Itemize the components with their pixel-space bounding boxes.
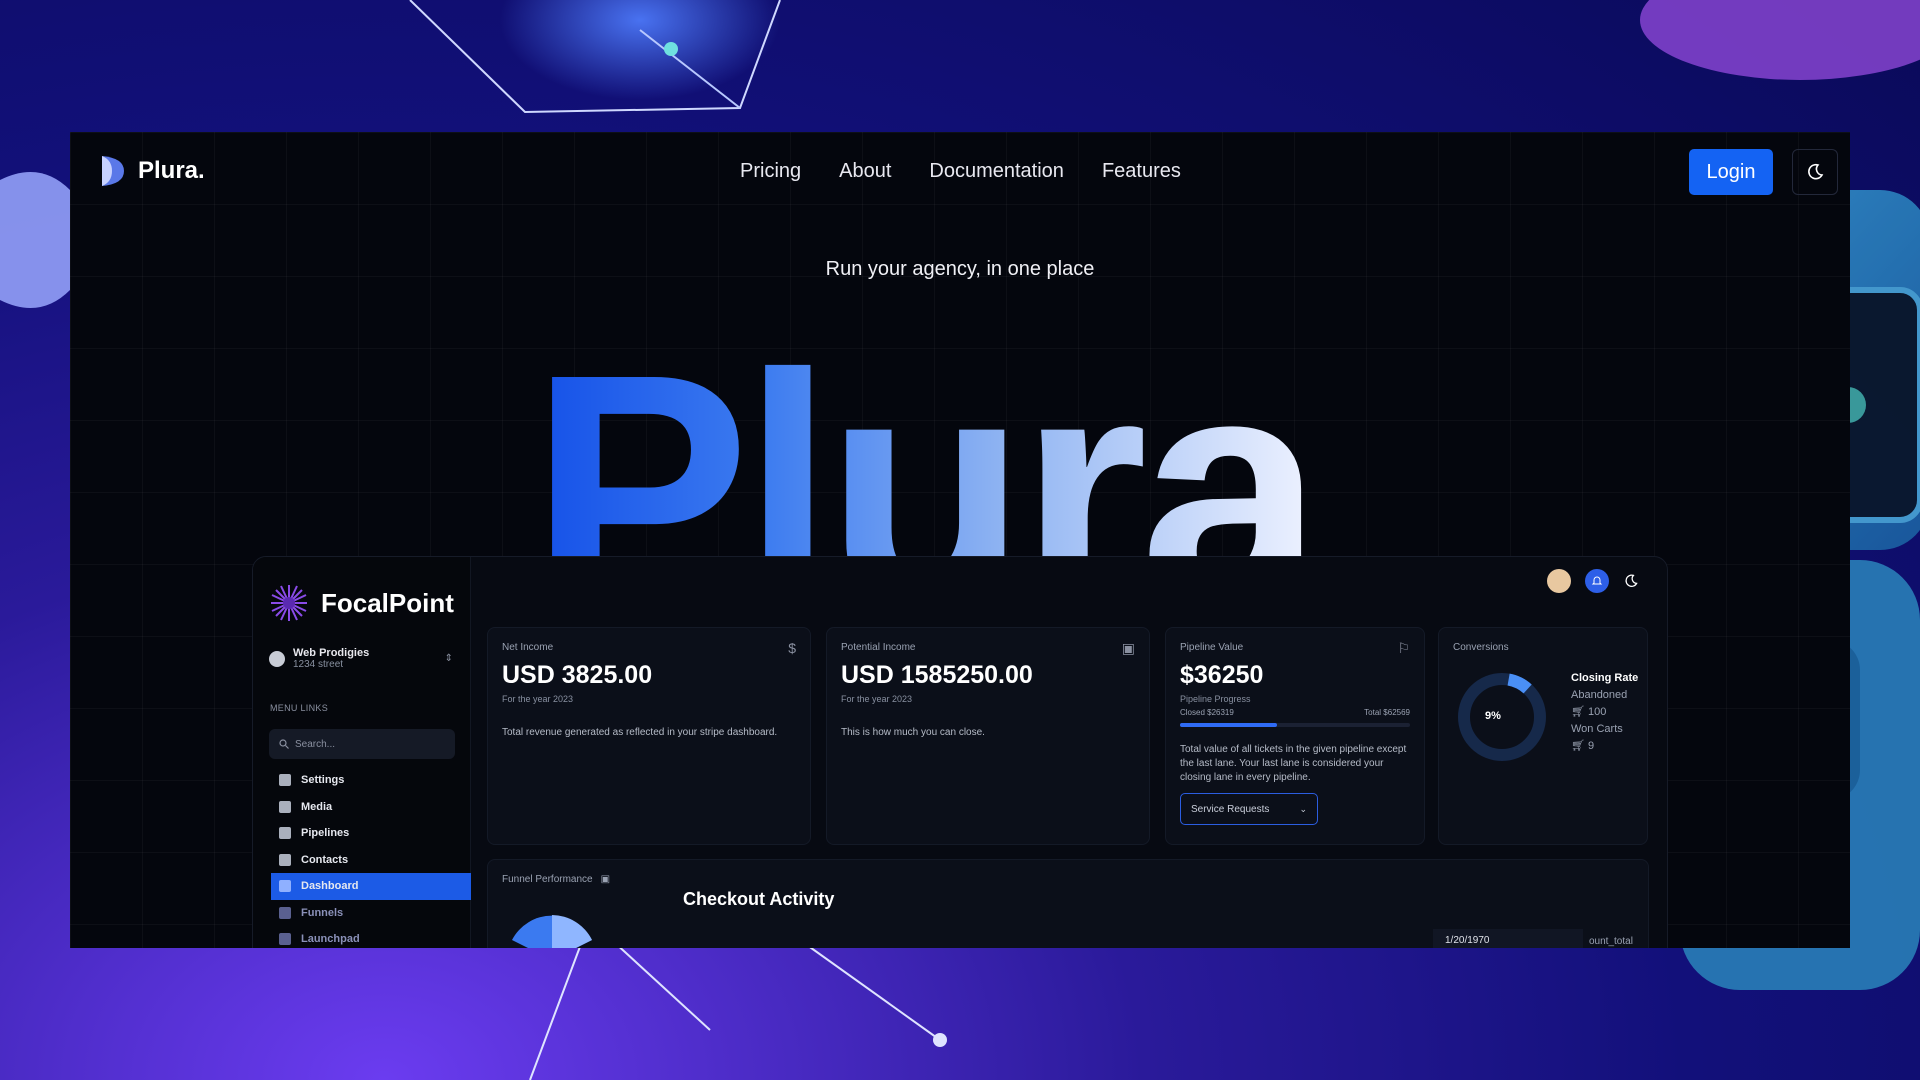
card-value: USD 1585250.00 <box>841 661 1033 689</box>
chevron-updown-icon: ⇕ <box>444 653 453 664</box>
grid-icon <box>279 880 291 893</box>
count-total-label: ount_total <box>1589 936 1633 947</box>
conversions-card: Conversions 9% Closing Rate Abandoned 🛒︎… <box>1438 627 1648 845</box>
conversions-donut <box>1458 673 1546 761</box>
sidebar-item-media[interactable]: Media <box>271 794 471 821</box>
sidebar-menu: Settings Media Pipelines Contacts Dashbo… <box>271 767 471 948</box>
pipeline-progress-labels: Closed $26319 Total $62569 <box>1180 708 1410 717</box>
sidebar-item-launchpad[interactable]: Launchpad <box>271 926 471 948</box>
sidebar-item-contacts[interactable]: Contacts <box>271 847 471 874</box>
pipeline-value-card: Pipeline Value $36250 Pipeline Progress … <box>1165 627 1425 845</box>
card-title: Potential Income <box>841 642 916 653</box>
card-title: Conversions <box>1453 642 1509 653</box>
checkout-activity-title: Checkout Activity <box>683 889 835 909</box>
nav-link-about[interactable]: About <box>839 160 891 183</box>
app-frame: Plura. Pricing About Documentation Featu… <box>70 132 1850 948</box>
card-value: USD 3825.00 <box>502 661 653 689</box>
pipeline-progress-fill <box>1180 723 1277 727</box>
nav-link-features[interactable]: Features <box>1102 160 1181 183</box>
sidebar-item-label: Contacts <box>301 853 349 866</box>
dashboard-preview: FocalPoint Web Prodigies 1234 street ⇕ M… <box>252 556 1668 948</box>
won-carts-value: 9 <box>1588 740 1595 752</box>
account-switcher[interactable]: Web Prodigies 1234 street ⇕ <box>269 647 453 670</box>
contact-card-icon: ▣ <box>600 874 611 885</box>
card-value: $36250 <box>1180 661 1264 689</box>
card-subtitle: Pipeline Progress <box>1180 694 1251 704</box>
focalpoint-logo: FocalPoint <box>269 583 454 623</box>
hero-tagline: Run your agency, in one place <box>825 258 1095 280</box>
card-subtitle: For the year 2023 <box>502 694 574 704</box>
moon-icon <box>1808 163 1824 180</box>
bell-icon <box>1591 576 1603 585</box>
funnel-performance-title: Funnel Performance <box>502 874 593 885</box>
pipeline-progress-bar <box>1180 723 1410 727</box>
focalpoint-name: FocalPoint <box>321 587 454 618</box>
card-title: Net Income <box>502 642 554 653</box>
net-income-card: Net Income USD 3825.00 For the year 2023… <box>487 627 811 845</box>
account-avatar <box>269 650 285 667</box>
card-description: This is how much you can close. <box>841 727 985 738</box>
dashboard-topbar-icons <box>1547 569 1639 593</box>
brand-name: Plura. <box>138 157 205 184</box>
search-placeholder: Search... <box>295 738 336 750</box>
account-address: 1234 street <box>293 659 344 670</box>
sidebar-item-dashboard[interactable]: Dashboard <box>271 873 471 900</box>
database-icon <box>279 800 291 813</box>
won-carts-label: Won Carts <box>1571 723 1623 735</box>
login-button[interactable]: Login <box>1689 149 1773 195</box>
date-filter[interactable]: 1/20/1970 <box>1433 929 1583 948</box>
user-avatar[interactable] <box>1547 569 1571 593</box>
top-nav: Plura. Pricing About Documentation Featu… <box>70 132 1850 212</box>
shuffle-icon <box>279 906 291 919</box>
sidebar-item-label: Pipelines <box>301 827 350 840</box>
person-icon <box>279 853 291 866</box>
clipboard-icon <box>279 933 291 946</box>
brand-logo[interactable]: Plura. <box>98 154 205 188</box>
abandoned-label: Abandoned <box>1571 689 1628 701</box>
nav-link-pricing[interactable]: Pricing <box>740 160 801 183</box>
closed-amount: Closed $26319 <box>1180 708 1234 717</box>
potential-income-card: Potential Income USD 1585250.00 For the … <box>826 627 1150 845</box>
moon-icon[interactable] <box>1623 573 1639 589</box>
sidebar-item-label: Launchpad <box>301 933 360 946</box>
gear-icon <box>279 774 291 787</box>
menu-links-label: MENU LINKS <box>270 703 329 713</box>
abandoned-value: 100 <box>1588 706 1607 718</box>
sidebar-item-label: Media <box>301 800 333 813</box>
card-subtitle: For the year 2023 <box>841 694 913 704</box>
closing-rate-label: Closing Rate <box>1571 672 1639 684</box>
dashboard-sidebar: FocalPoint Web Prodigies 1234 street ⇕ M… <box>253 557 471 948</box>
bell-button[interactable] <box>1585 569 1609 593</box>
sidebar-search[interactable]: Search... <box>269 729 455 759</box>
nav-link-documentation[interactable]: Documentation <box>929 160 1064 183</box>
card-description: Total value of all tickets in the given … <box>1180 744 1407 783</box>
cart-icon: 🛒︎ <box>1571 740 1585 752</box>
sunburst-logo-icon <box>271 585 307 621</box>
flag-icon: ⚐ <box>1397 640 1410 656</box>
conversion-percent: 9% <box>1485 710 1501 722</box>
sidebar-item-pipelines[interactable]: Pipelines <box>271 820 471 847</box>
flag-icon <box>279 827 291 840</box>
funnel-pie-chart <box>512 915 592 948</box>
total-amount: Total $62569 <box>1364 708 1410 717</box>
sidebar-item-label: Settings <box>301 774 345 787</box>
card-title: Pipeline Value <box>1180 642 1244 653</box>
account-name: Web Prodigies <box>293 647 370 659</box>
sidebar-item-funnels[interactable]: Funnels <box>271 900 471 927</box>
theme-toggle-button[interactable] <box>1792 149 1838 195</box>
sidebar-item-label: Funnels <box>301 906 344 919</box>
card-description: Total revenue generated as reflected in … <box>502 727 778 738</box>
pipeline-select[interactable]: Service Requests ⌄ <box>1180 793 1318 825</box>
conversion-legend: Closing Rate Abandoned 🛒︎ 100 Won Carts … <box>1571 670 1638 755</box>
sidebar-item-label: Dashboard <box>301 880 359 893</box>
sidebar-item-settings[interactable]: Settings <box>271 767 471 794</box>
contact-card-icon: ▣ <box>1121 640 1135 656</box>
search-icon <box>279 739 289 749</box>
cart-icon: 🛒︎ <box>1571 706 1585 718</box>
nav-links: Pricing About Documentation Features <box>740 160 1181 183</box>
plura-logo-icon <box>102 156 124 186</box>
chevron-down-icon: ⌄ <box>1299 803 1307 814</box>
pipeline-select-value: Service Requests <box>1191 803 1270 815</box>
dollar-icon: $ <box>788 640 796 656</box>
